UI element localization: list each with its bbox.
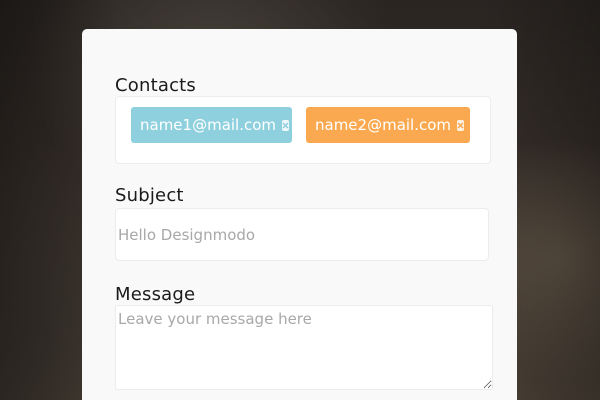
compose-form-card: Contacts name1@mail.com name2@mail.com S… <box>82 29 517 400</box>
contact-tag-text: name1@mail.com <box>140 116 277 134</box>
contacts-label: Contacts <box>115 75 197 96</box>
subject-label: Subject <box>115 185 184 206</box>
contact-tag[interactable]: name2@mail.com <box>306 107 470 143</box>
contacts-tags-input[interactable]: name1@mail.com name2@mail.com <box>115 96 491 164</box>
subject-input[interactable] <box>115 208 489 261</box>
close-icon[interactable] <box>282 119 290 131</box>
message-textarea[interactable] <box>115 305 493 390</box>
contact-tag-text: name2@mail.com <box>315 116 452 134</box>
message-label: Message <box>115 284 196 305</box>
contact-tag[interactable]: name1@mail.com <box>131 107 292 143</box>
close-icon[interactable] <box>457 119 465 131</box>
